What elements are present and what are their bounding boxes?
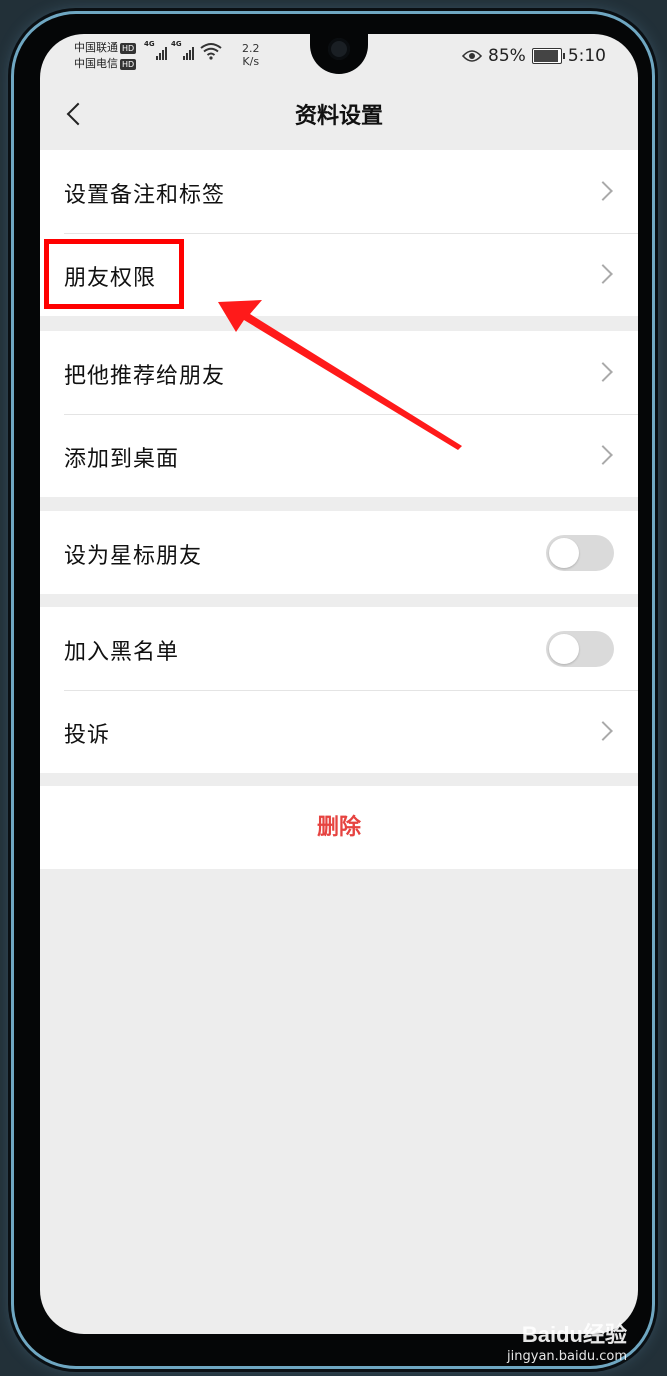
cell-signal-icon: 4G bbox=[171, 40, 194, 60]
network-type-label: 4G bbox=[144, 40, 155, 48]
speed-value: 2.2 bbox=[242, 42, 260, 55]
nav-bar: 资料设置 bbox=[40, 82, 638, 150]
settings-group-4: 加入黑名单 投诉 bbox=[40, 607, 638, 773]
network-speed: 2.2 K/s bbox=[242, 42, 260, 68]
recommend-to-friend-label: 把他推荐给朋友 bbox=[64, 364, 226, 389]
complain-item[interactable]: 投诉 bbox=[40, 690, 638, 773]
carrier1-label: 中国联通 bbox=[74, 41, 118, 54]
delete-button[interactable]: 删除 bbox=[40, 786, 638, 869]
hd-badge: HD bbox=[120, 43, 137, 54]
camera-notch bbox=[310, 34, 368, 74]
screen: 中国联通 HD 中国电信 HD 4G 4G 2.2 K/s 85% 5:10 资… bbox=[40, 34, 638, 1334]
eye-icon bbox=[462, 50, 483, 62]
toggle-knob bbox=[549, 538, 579, 568]
status-right: 85% 5:10 bbox=[462, 46, 606, 66]
carrier2-label: 中国电信 bbox=[74, 57, 118, 70]
blacklist-label: 加入黑名单 bbox=[64, 640, 180, 665]
set-remark-tags-item[interactable]: 设置备注和标签 bbox=[40, 150, 638, 233]
clock: 5:10 bbox=[567, 46, 606, 66]
chevron-right-icon bbox=[593, 181, 613, 201]
star-friend-label: 设为星标朋友 bbox=[64, 544, 203, 569]
settings-group-2: 把他推荐给朋友 添加到桌面 bbox=[40, 331, 638, 497]
recommend-to-friend-item[interactable]: 把他推荐给朋友 bbox=[40, 331, 638, 414]
chevron-right-icon bbox=[593, 721, 613, 741]
page-title: 资料设置 bbox=[294, 104, 383, 129]
chevron-right-icon bbox=[593, 264, 613, 284]
toggle-knob bbox=[549, 634, 579, 664]
cell-signal-icon: 4G bbox=[144, 40, 167, 60]
carrier-info: 中国联通 HD 中国电信 HD bbox=[74, 40, 137, 72]
status-bar: 中国联通 HD 中国电信 HD 4G 4G 2.2 K/s 85% 5:10 bbox=[40, 34, 638, 82]
baidu-watermark: Baidu经验 jingyan.baidu.com bbox=[507, 1317, 627, 1364]
battery-icon bbox=[531, 48, 565, 64]
blacklist-toggle[interactable] bbox=[546, 631, 614, 667]
settings-group-3: 设为星标朋友 bbox=[40, 511, 638, 594]
chevron-right-icon bbox=[593, 362, 613, 382]
watermark-site: jingyan.baidu.com bbox=[507, 1349, 627, 1364]
highlight-annotation-box bbox=[44, 239, 184, 309]
add-to-desktop-label: 添加到桌面 bbox=[64, 447, 180, 472]
network-type-label: 4G bbox=[171, 40, 182, 48]
set-remark-tags-label: 设置备注和标签 bbox=[64, 183, 226, 208]
signal-icons: 4G 4G bbox=[144, 40, 222, 60]
star-friend-item: 设为星标朋友 bbox=[40, 511, 638, 594]
speed-unit: K/s bbox=[242, 55, 260, 68]
blacklist-item: 加入黑名单 bbox=[40, 607, 638, 690]
star-friend-toggle[interactable] bbox=[546, 535, 614, 571]
complain-label: 投诉 bbox=[64, 723, 111, 748]
hd-badge: HD bbox=[120, 59, 137, 70]
chevron-right-icon bbox=[593, 445, 613, 465]
battery-percent: 85% bbox=[488, 46, 526, 66]
watermark-logo: Baidu经验 bbox=[521, 1322, 627, 1347]
front-camera-icon bbox=[328, 38, 350, 60]
wifi-icon bbox=[200, 43, 222, 60]
add-to-desktop-item[interactable]: 添加到桌面 bbox=[40, 414, 638, 497]
